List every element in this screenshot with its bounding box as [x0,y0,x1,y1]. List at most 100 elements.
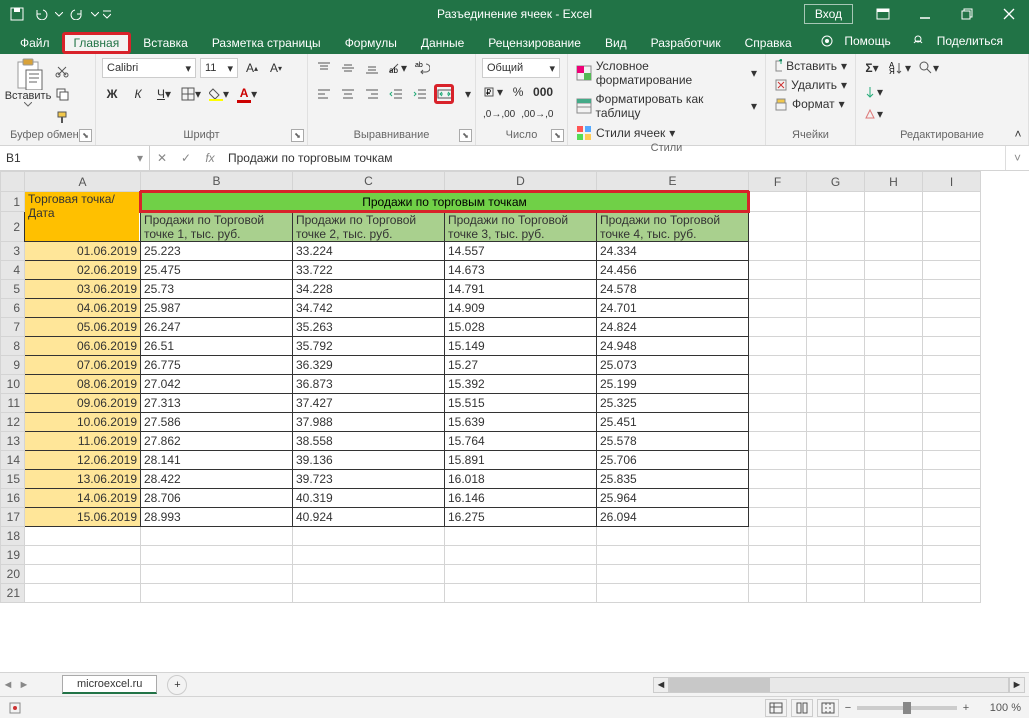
cell-styles-button[interactable]: Стили ячеек▾ [574,124,759,142]
cell[interactable]: 16.146 [445,489,597,508]
cell[interactable]: 27.042 [141,375,293,394]
align-right-icon[interactable] [362,84,382,104]
zoom-slider[interactable] [857,706,957,710]
format-as-table-button[interactable]: Форматировать как таблицу▾ [574,91,759,121]
cell[interactable]: 35.263 [293,318,445,337]
cell[interactable]: 09.06.2019 [25,394,141,413]
row-header[interactable]: 9 [1,356,25,375]
cell[interactable]: 24.701 [597,299,749,318]
align-top-icon[interactable] [314,58,334,78]
cell[interactable]: 36.329 [293,356,445,375]
cell[interactable]: 24.456 [597,261,749,280]
name-box[interactable]: B1▾ [0,146,150,170]
comma-icon[interactable]: 000 [532,82,554,102]
cell[interactable]: 14.909 [445,299,597,318]
clipboard-dialog-icon[interactable]: ⬊ [79,129,92,142]
cell[interactable]: 15.515 [445,394,597,413]
align-bottom-icon[interactable] [362,58,382,78]
cell[interactable]: 10.06.2019 [25,413,141,432]
col-header[interactable]: G [807,172,865,192]
cell[interactable]: 12.06.2019 [25,451,141,470]
cell[interactable]: 01.06.2019 [25,242,141,261]
cell[interactable]: 25.578 [597,432,749,451]
clear-icon[interactable]: ▾ [862,104,884,124]
font-color-icon[interactable]: А▾ [236,84,258,104]
cell[interactable]: 25.073 [597,356,749,375]
cell[interactable]: 40.319 [293,489,445,508]
autosum-icon[interactable]: Σ▾ [862,58,882,78]
font-name-input[interactable]: Calibri▾ [102,58,196,78]
cell[interactable]: 33.224 [293,242,445,261]
undo-icon[interactable] [30,3,52,25]
page-layout-view-icon[interactable] [791,699,813,717]
copy-icon[interactable] [52,84,72,104]
col-header[interactable]: B [141,172,293,192]
normal-view-icon[interactable] [765,699,787,717]
cell[interactable]: 16.275 [445,508,597,527]
font-size-input[interactable]: 11▾ [200,58,238,78]
record-macro-icon[interactable] [8,701,22,715]
hscroll-thumb[interactable] [670,678,770,692]
cell[interactable]: 26.51 [141,337,293,356]
border-icon[interactable]: ▾ [180,84,202,104]
cell[interactable]: 25.73 [141,280,293,299]
merged-title-cell[interactable]: Продажи по торговым точкам [141,192,749,212]
accounting-format-icon[interactable]: ₽▾ [482,82,504,102]
row-header[interactable]: 8 [1,337,25,356]
cell[interactable]: 40.924 [293,508,445,527]
cell[interactable]: 15.639 [445,413,597,432]
cell[interactable]: 15.392 [445,375,597,394]
cell[interactable]: 39.136 [293,451,445,470]
cell[interactable]: Продажи по Торговой точке 3, тыс. руб. [445,212,597,242]
row-header[interactable]: 15 [1,470,25,489]
col-header[interactable]: A [25,172,141,192]
tab-view[interactable]: Вид [593,32,639,54]
tab-data[interactable]: Данные [409,32,476,54]
tab-help[interactable]: Справка [733,32,804,54]
qat-customize-icon[interactable] [102,3,112,25]
col-header[interactable]: E [597,172,749,192]
select-all-cell[interactable] [1,172,25,192]
cell[interactable]: 34.228 [293,280,445,299]
increase-font-icon[interactable]: A▴ [242,58,262,78]
format-painter-icon[interactable] [52,107,72,127]
cell[interactable]: 15.028 [445,318,597,337]
italic-icon[interactable]: К [128,84,148,104]
cell[interactable]: 39.723 [293,470,445,489]
cell[interactable]: 24.824 [597,318,749,337]
save-icon[interactable] [6,3,28,25]
align-dialog-icon[interactable]: ⬊ [459,129,472,142]
row-header[interactable]: 10 [1,375,25,394]
tab-file[interactable]: Файл [8,32,62,54]
cell[interactable]: 15.891 [445,451,597,470]
wrap-text-icon[interactable]: ab [412,58,432,78]
cell[interactable]: 25.199 [597,375,749,394]
cell[interactable]: 24.578 [597,280,749,299]
cell[interactable]: 15.27 [445,356,597,375]
row-header[interactable]: 19 [1,546,25,565]
increase-indent-icon[interactable] [410,84,430,104]
cell[interactable]: 28.706 [141,489,293,508]
cell[interactable]: 07.06.2019 [25,356,141,375]
font-dialog-icon[interactable]: ⬊ [291,129,304,142]
row-header[interactable]: 2 [1,212,25,242]
zoom-out-icon[interactable]: − [843,702,853,714]
cell[interactable]: 26.094 [597,508,749,527]
cell[interactable]: 13.06.2019 [25,470,141,489]
tab-insert[interactable]: Вставка [131,32,200,54]
percent-icon[interactable]: % [508,82,528,102]
cell[interactable]: 25.325 [597,394,749,413]
decrease-indent-icon[interactable] [386,84,406,104]
cell[interactable]: 05.06.2019 [25,318,141,337]
increase-decimal-icon[interactable]: ,0→,00 [482,104,516,124]
fx-icon[interactable]: fx [198,146,222,170]
cell[interactable]: 08.06.2019 [25,375,141,394]
orientation-icon[interactable]: ab▾ [386,58,408,78]
col-header[interactable]: H [865,172,923,192]
cell[interactable]: 02.06.2019 [25,261,141,280]
row-header[interactable]: 6 [1,299,25,318]
paste-button[interactable]: Вставить [6,58,50,127]
bold-icon[interactable]: Ж [102,84,122,104]
cell[interactable]: Продажи по Торговой точке 4, тыс. руб. [597,212,749,242]
underline-icon[interactable]: Ч▾ [154,84,174,104]
